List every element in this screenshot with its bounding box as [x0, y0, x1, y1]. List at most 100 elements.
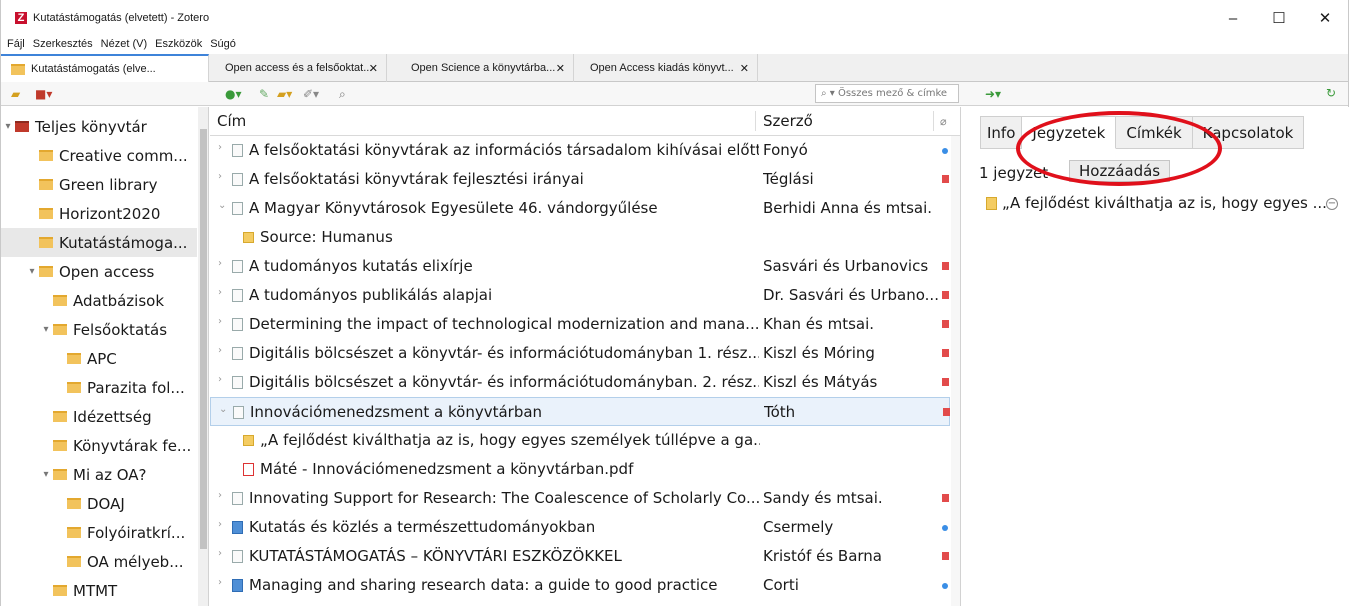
table-row[interactable]: › Determining the impact of technological…	[210, 310, 950, 339]
tab-notes[interactable]: Jegyzetek	[1022, 116, 1117, 149]
window-title: Kutatástámogatás (elvetett) - Zotero	[33, 12, 210, 24]
close-icon[interactable]: ✕	[740, 62, 749, 75]
close-icon[interactable]: ✕	[556, 62, 565, 75]
menu-file[interactable]: Fájl	[3, 36, 29, 54]
tab-label: Open Access kiadás könyvt...	[590, 62, 734, 74]
table-row-child[interactable]: „A fejlődést kiválthatja az is, hogy egy…	[210, 426, 950, 455]
tree-item[interactable]: OA mélyeb...	[1, 547, 197, 576]
add-note-button[interactable]: Hozzáadás	[1069, 160, 1171, 182]
folder-icon	[39, 266, 53, 277]
document-icon	[232, 289, 243, 302]
menu-edit[interactable]: Szerkesztés	[29, 36, 97, 54]
note-entry[interactable]: „A fejlődést kiválthatja az is, hogy egy…	[986, 194, 1327, 212]
table-row-selected[interactable]: ⌄ Innovációmenedzsment a könyvtárban Tóth	[210, 397, 950, 426]
table-row[interactable]: ⌄ A Magyar Könyvtárosok Egyesülete 46. vá…	[210, 194, 950, 223]
folder-icon	[67, 353, 81, 364]
pdf-icon	[942, 320, 949, 328]
folder-icon	[67, 556, 81, 567]
remove-note-icon[interactable]: −	[1326, 198, 1338, 210]
tab-document-1[interactable]: Open access és a felsőoktat... ✕	[209, 54, 387, 82]
table-row[interactable]: › Kutatás és közlés a természettudományok…	[210, 513, 950, 542]
new-collection-icon[interactable]: ▰	[11, 86, 20, 102]
zotero-logo-icon: Z	[15, 12, 27, 24]
maximize-button[interactable]: ☐	[1256, 0, 1302, 36]
chevron-down-icon[interactable]: ▾	[25, 266, 39, 277]
table-row[interactable]: › Managing and sharing research data: a g…	[210, 571, 950, 600]
tree-item-selected[interactable]: Kutatástámoga...	[1, 228, 197, 257]
table-row-child[interactable]: Source: Humanus	[210, 223, 950, 252]
table-row[interactable]: › Digitális bölcsészet a könyvtár- és inf…	[210, 368, 950, 397]
column-separator[interactable]	[755, 111, 756, 131]
attachment-dot-icon	[942, 583, 948, 589]
table-row[interactable]: › KUTATÁSTÁMOGATÁS – KÖNYVTÁRI ESZKÖZÖKKE…	[210, 542, 950, 571]
column-title-header[interactable]: Cím	[217, 112, 246, 130]
tab-library[interactable]: Kutatástámogatás (elve...	[1, 54, 209, 82]
table-row[interactable]: › A tudományos publikálás alapjai Dr. Sasv…	[210, 281, 950, 310]
note-icon	[243, 232, 254, 243]
document-icon	[232, 376, 243, 389]
menu-help[interactable]: Súgó	[206, 36, 240, 54]
tree-item[interactable]: Adatbázisok	[1, 286, 197, 315]
table-row[interactable]: › A tudományos kutatás elixírje Sasvári és…	[210, 252, 950, 281]
document-icon	[233, 406, 244, 419]
note-icon	[243, 435, 254, 446]
tree-item[interactable]: Idézettség	[1, 402, 197, 431]
tab-info[interactable]: Info	[980, 116, 1023, 149]
new-note-icon[interactable]: ▰▾	[277, 86, 292, 102]
pdf-icon	[942, 291, 949, 299]
column-author-header[interactable]: Szerző	[763, 112, 813, 130]
scrollbar[interactable]	[951, 136, 960, 606]
add-by-identifier-icon[interactable]: ✎	[259, 86, 269, 102]
tab-tags[interactable]: Címkék	[1116, 116, 1193, 149]
locate-icon[interactable]: ➜▾	[985, 86, 1001, 102]
item-pane-tabs: Info Jegyzetek Címkék Kapcsolatok	[980, 116, 1305, 149]
tab-related[interactable]: Kapcsolatok	[1192, 116, 1305, 149]
table-row[interactable]: › Digitális bölcsészet a könyvtár- és inf…	[210, 339, 950, 368]
search-input[interactable]: ⌕ ▾ Összes mező & címke	[815, 84, 959, 103]
table-row[interactable]: › A felsőoktatási könyvtárak az informáci…	[210, 136, 950, 165]
chevron-down-icon[interactable]: ▾	[39, 324, 53, 335]
minimize-button[interactable]: –	[1210, 0, 1256, 36]
folder-icon	[39, 150, 53, 161]
book-icon	[232, 521, 243, 534]
tree-item-library[interactable]: ▾ Teljes könyvtár	[1, 112, 197, 141]
attachment-column-icon[interactable]: ⌀	[940, 115, 947, 128]
menu-view[interactable]: Nézet (V)	[97, 36, 151, 54]
tree-item[interactable]: Horizont2020	[1, 199, 197, 228]
attach-icon[interactable]: ✐▾	[303, 86, 319, 102]
close-button[interactable]: ✕	[1302, 0, 1348, 36]
chevron-down-icon[interactable]: ▾	[1, 121, 15, 132]
pdf-icon	[942, 552, 949, 560]
tree-item[interactable]: Parazita fol...	[1, 373, 197, 402]
folder-icon	[67, 527, 81, 538]
tree-item[interactable]: Folyóiratkrí...	[1, 518, 197, 547]
menu-tools[interactable]: Eszközök	[151, 36, 206, 54]
new-item-icon[interactable]: ●▾	[225, 86, 242, 102]
close-icon[interactable]: ✕	[369, 62, 378, 75]
chevron-down-icon[interactable]: ▾	[39, 469, 53, 480]
tree-item[interactable]: Creative comm...	[1, 141, 197, 170]
scrollbar[interactable]	[198, 107, 208, 606]
table-row[interactable]: › Innovating Support for Research: The Co…	[210, 484, 950, 513]
document-icon	[232, 144, 243, 157]
tree-item[interactable]: MTMT	[1, 576, 197, 605]
table-row-child[interactable]: Máté - Innovációmenedzsment a könyvtárba…	[210, 455, 950, 484]
tree-item[interactable]: ▾ Felsőoktatás	[1, 315, 197, 344]
pdf-icon	[942, 349, 949, 357]
tree-item[interactable]: APC	[1, 344, 197, 373]
table-row[interactable]: › A felsőoktatási könyvtárak fejlesztési …	[210, 165, 950, 194]
tree-item[interactable]: DOAJ	[1, 489, 197, 518]
tree-item[interactable]: ▾ Mi az OA?	[1, 460, 197, 489]
tab-document-2[interactable]: Open Science a könyvtárba... ✕	[387, 54, 574, 82]
tab-document-3[interactable]: Open Access kiadás könyvt... ✕	[574, 54, 758, 82]
library-menu-icon[interactable]: ■▾	[35, 86, 52, 102]
tree-item[interactable]: Green library	[1, 170, 197, 199]
document-icon	[232, 492, 243, 505]
column-separator[interactable]	[933, 111, 934, 131]
folder-icon	[11, 63, 25, 75]
search-icon[interactable]: ⌕	[339, 86, 346, 102]
scrollbar-thumb[interactable]	[200, 129, 207, 549]
tree-item[interactable]: Könyvtárak fe...	[1, 431, 197, 460]
tree-item[interactable]: ▾ Open access	[1, 257, 197, 286]
sync-icon[interactable]: ↻	[1326, 86, 1336, 100]
